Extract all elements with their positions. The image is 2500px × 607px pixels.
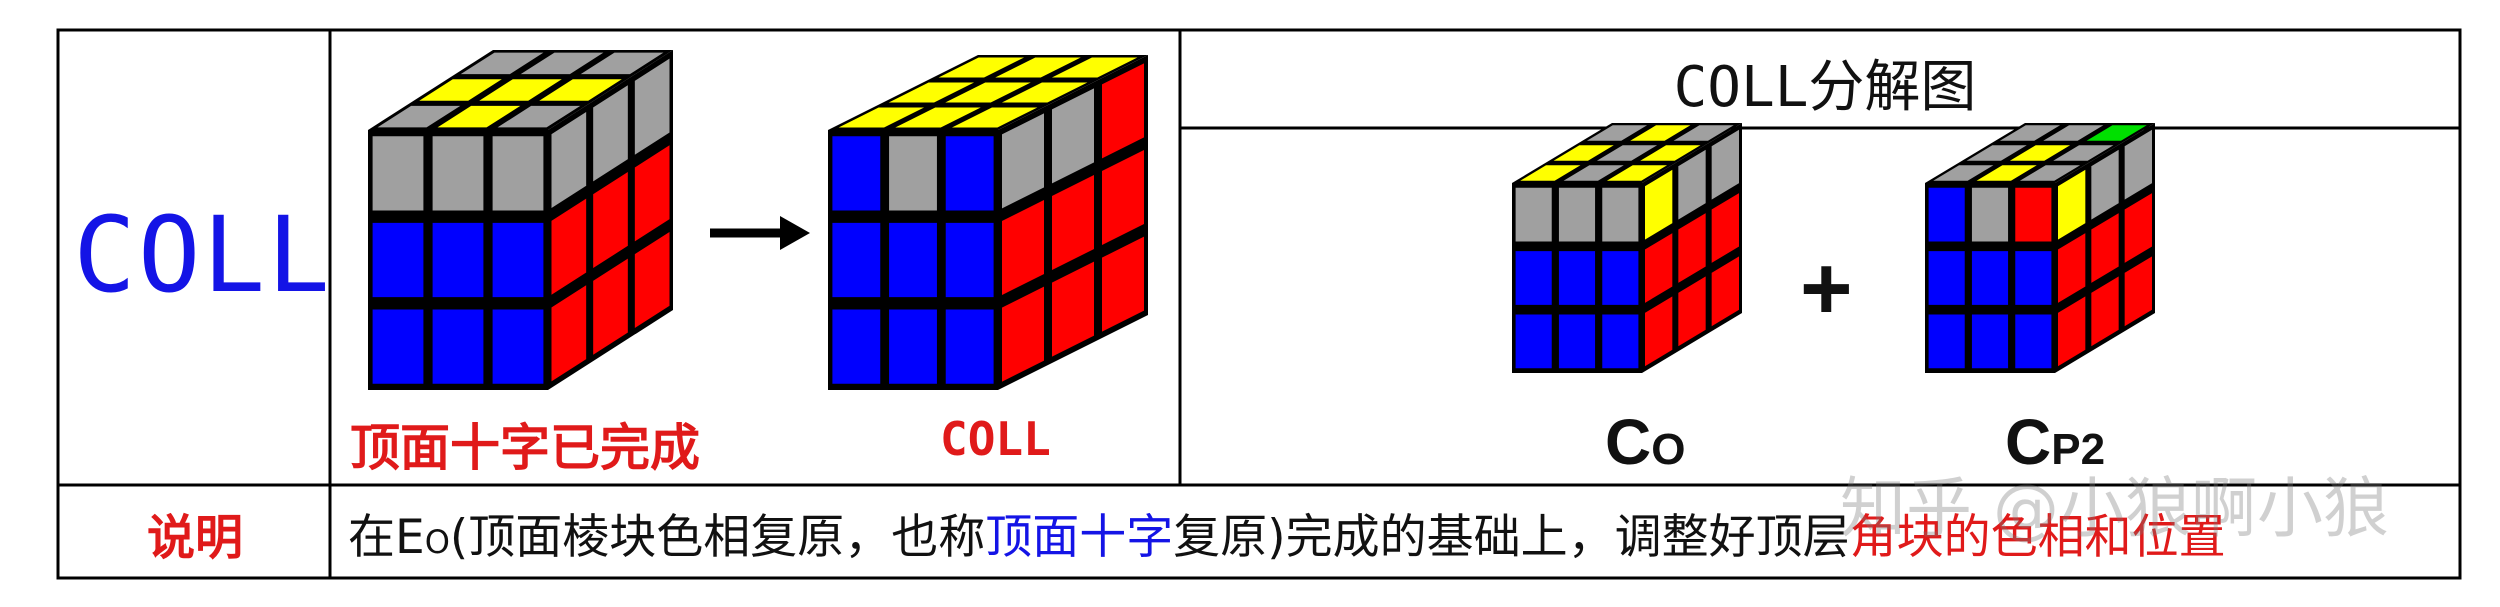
cube-sticker <box>943 220 996 300</box>
cube-sticker <box>490 134 546 213</box>
cube-sticker <box>1926 185 1967 244</box>
cube-sticker <box>430 307 486 386</box>
cube-sticker <box>1969 185 2011 244</box>
cube-sticker <box>830 220 883 300</box>
desc-part2: (顶面棱块色相复原，也称 <box>449 510 986 565</box>
cube-sticker <box>2013 249 2054 307</box>
caption-cross-done: 顶面十字已完成 <box>350 419 700 477</box>
cube-sticker <box>370 220 426 300</box>
cube-sticker <box>430 134 486 213</box>
watermark: 知乎 @小狼啊小狼 <box>1840 470 2389 547</box>
arrow-icon <box>710 216 810 250</box>
cube-sticker <box>1556 185 1598 244</box>
cube-cp2 <box>1925 123 2155 373</box>
cube-sticker <box>490 220 546 300</box>
cube-sticker <box>830 134 883 213</box>
cube-sticker <box>887 307 939 386</box>
row-label-coll: COLL <box>73 194 332 316</box>
cube-sticker <box>1513 185 1554 244</box>
cube-sticker <box>1513 312 1554 371</box>
label-co: CO <box>1605 405 1685 479</box>
description-label: 说明 <box>146 510 243 566</box>
cube-sticker <box>490 307 546 386</box>
cube-sticker <box>430 220 486 300</box>
cube-sticker <box>2013 185 2054 244</box>
header-title: COLL分解图 <box>1673 55 1977 120</box>
cube-co <box>1512 123 1742 373</box>
plus-sign: + <box>1800 239 1853 339</box>
cube-sticker <box>830 307 883 386</box>
cube-sticker <box>370 307 426 386</box>
cube-sticker <box>1926 249 1967 307</box>
label-co-sub: O <box>1651 425 1686 474</box>
desc-part1: 在E <box>348 510 425 565</box>
cube-sticker <box>887 220 939 300</box>
cube-sticker <box>1969 312 2011 371</box>
label-co-main: C <box>1605 406 1652 478</box>
cube-sticker <box>887 134 939 213</box>
cube-sticker <box>1600 312 1641 371</box>
cube-sticker <box>370 134 426 213</box>
cube-coll-done <box>828 55 1148 390</box>
cube-sticker <box>943 307 996 386</box>
desc-part1-sub: O <box>424 523 450 561</box>
cube-sticker <box>1556 249 1598 307</box>
desc-part3: 复原)完成的基础上，调整好顶层 <box>1173 510 1850 565</box>
cube-sticker <box>1926 312 1967 371</box>
cube-top-cross-done <box>368 50 673 390</box>
cube-sticker <box>943 134 996 213</box>
caption-coll: COLL <box>940 412 1051 466</box>
cube-sticker <box>2013 312 2054 371</box>
cube-sticker <box>1513 249 1554 307</box>
desc-highlight-blue: 顶面十字 <box>985 510 1174 565</box>
cube-sticker <box>1600 185 1641 244</box>
cube-sticker <box>1600 249 1641 307</box>
cube-sticker <box>1556 312 1598 371</box>
cube-sticker <box>1969 249 2011 307</box>
